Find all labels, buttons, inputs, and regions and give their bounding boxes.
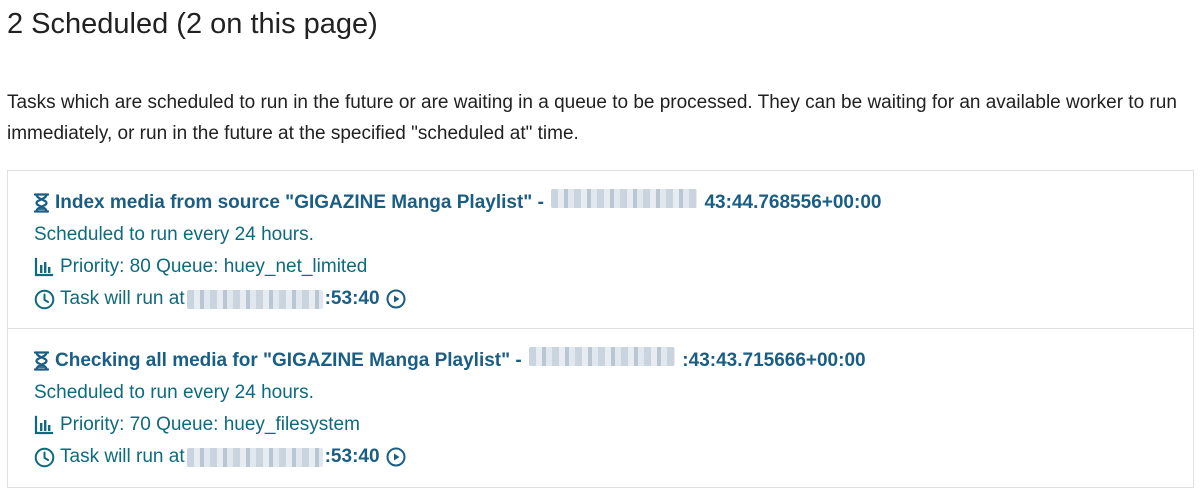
task-title-prefix: Index media from source "GIGAZINE Manga … (55, 192, 544, 213)
hourglass-icon (34, 193, 49, 213)
task-title-suffix: 43:44.768556+00:00 (704, 192, 882, 213)
task-priority-queue-text: Priority: 80 Queue: huey_net_limited (60, 256, 368, 277)
task-priority-line: Priority: 80 Queue: huey_net_limited (34, 251, 1193, 283)
bar-chart-icon (34, 257, 54, 277)
scheduled-task-list: Index media from source "GIGAZINE Manga … (7, 170, 1194, 488)
redacted-timestamp (551, 189, 698, 208)
hourglass-icon (34, 351, 49, 371)
clock-icon (34, 289, 55, 310)
task-priority-line: Priority: 70 Queue: huey_filesystem (34, 409, 1193, 441)
task-run-time-line: Task will run at :53:40 (34, 441, 1193, 473)
task-schedule-text: Scheduled to run every 24 hours. (34, 224, 314, 245)
play-circle-icon[interactable] (386, 447, 406, 467)
task-run-prefix: Task will run at (60, 288, 185, 309)
scheduled-task-item: Checking all media for "GIGAZINE Manga P… (8, 329, 1193, 487)
task-run-time: :53:40 (324, 288, 380, 309)
page-description: Tasks which are scheduled to run in the … (7, 92, 1177, 144)
task-title-line: Index media from source "GIGAZINE Manga … (34, 187, 1193, 219)
page-title: 2 Scheduled (2 on this page) (7, 8, 378, 40)
task-title-link[interactable]: Checking all media for "GIGAZINE Manga P… (55, 345, 866, 377)
redacted-run-date (186, 289, 323, 309)
task-title-link[interactable]: Index media from source "GIGAZINE Manga … (55, 187, 881, 219)
task-schedule-line: Scheduled to run every 24 hours. (34, 219, 1193, 251)
task-run-time: :53:40 (324, 446, 380, 467)
bar-chart-icon (34, 415, 54, 435)
task-title-line: Checking all media for "GIGAZINE Manga P… (34, 345, 1193, 377)
task-run-prefix: Task will run at (60, 446, 185, 467)
task-title-suffix: :43:43.715666+00:00 (682, 350, 866, 371)
task-run-time-line: Task will run at :53:40 (34, 283, 1193, 315)
play-circle-icon[interactable] (386, 289, 406, 309)
task-schedule-text: Scheduled to run every 24 hours. (34, 382, 314, 403)
scheduled-tasks-page: 2 Scheduled (2 on this page) Tasks which… (0, 0, 1200, 498)
task-schedule-line: Scheduled to run every 24 hours. (34, 377, 1193, 409)
clock-icon (34, 447, 55, 468)
task-priority-queue-text: Priority: 70 Queue: huey_filesystem (60, 414, 360, 435)
task-title-prefix: Checking all media for "GIGAZINE Manga P… (55, 350, 522, 371)
scheduled-task-item: Index media from source "GIGAZINE Manga … (8, 171, 1193, 329)
redacted-timestamp (529, 347, 676, 366)
redacted-run-date (186, 447, 323, 467)
